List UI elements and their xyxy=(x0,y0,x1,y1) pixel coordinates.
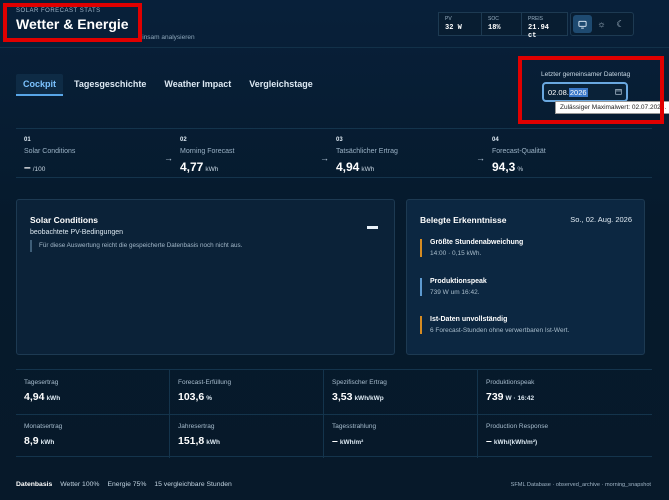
metric-value: 3,53 kWh/kWp xyxy=(332,391,384,403)
step-value: 94,3% xyxy=(492,160,524,174)
metric-label: Produktionspeak xyxy=(486,379,535,386)
metric-tagesstrahlung: Tagesstrahlung – kWh/m² xyxy=(324,414,478,458)
insufficient-data-note: Für diese Auswertung reicht die gespeich… xyxy=(30,240,242,252)
insight-item: Größte Stundenabweichung 14:00 · 0,15 kW… xyxy=(420,239,523,257)
tab-weather-impact[interactable]: Weather Impact xyxy=(157,74,238,96)
solar-conditions-panel: Solar Conditions beobachtete PV-Bedingun… xyxy=(16,199,395,355)
stat-soc-value: 18% xyxy=(488,24,501,32)
metric-produktionspeak: Produktionspeak 739 W · 16:42 xyxy=(478,370,632,414)
metric-value: 4,94 kWh xyxy=(24,391,61,403)
highlight-box-title xyxy=(3,3,142,42)
collapse-icon[interactable] xyxy=(367,226,378,229)
insight-detail: 14:00 · 0,15 kWh. xyxy=(430,250,482,257)
insights-panel: Belegte Erkenntnisse So., 02. Aug. 2026 … xyxy=(406,199,645,355)
metric-label: Jahresertrag xyxy=(178,423,215,430)
stat-pv-value: 32 W xyxy=(445,24,462,32)
arrow-right-icon: → xyxy=(320,153,329,163)
insights-date: So., 02. Aug. 2026 xyxy=(570,215,632,224)
metric-production-response: Production Response – kWh/(kWh/m²) xyxy=(478,414,632,458)
step-name: Forecast-Qualität xyxy=(492,148,546,155)
metric-forecast-erfuellung: Forecast-Erfüllung 103,6% xyxy=(170,370,324,414)
data-basis-label: Datenbasis xyxy=(16,481,53,488)
insight-item: Produktionspeak 739 W um 16:42. xyxy=(420,278,487,296)
panel-title: Belegte Erkenntnisse xyxy=(420,215,507,225)
subtitle-visible-part: ...insam analysieren xyxy=(136,34,195,41)
metrics-grid: Tagesertrag 4,94 kWh Forecast-Erfüllung 1… xyxy=(16,369,652,458)
step-number: 04 xyxy=(492,137,499,143)
step-value: –/100 xyxy=(24,160,46,174)
highlight-box-date xyxy=(518,56,664,124)
metric-label: Production Response xyxy=(486,423,549,430)
stat-pv: PV 32 W xyxy=(438,12,482,36)
metric-value: 739 W · 16:42 xyxy=(486,391,535,403)
data-sources: SFML Database · observed_archive · morni… xyxy=(510,482,651,488)
step-solar-conditions: 01 Solar Conditions –/100 xyxy=(24,137,75,174)
stat-preis-label: PREIS xyxy=(528,16,544,22)
metric-label: Tagesertrag xyxy=(24,379,59,386)
stat-soc-label: SOC xyxy=(488,16,499,22)
metric-spezifischer-ertrag: Spezifischer Ertrag 3,53 kWh/kWp xyxy=(324,370,478,414)
metric-value: – kWh/m² xyxy=(332,435,364,447)
insight-item: Ist-Daten unvollständig 6 Forecast-Stund… xyxy=(420,316,569,334)
metric-label: Monatsertrag xyxy=(24,423,63,430)
step-actual-yield: 03 Tatsächlicher Ertrag 4,94 kWh xyxy=(336,137,398,174)
arrow-right-icon: → xyxy=(476,153,485,163)
panel-subtitle: beobachtete PV-Bedingungen xyxy=(30,229,124,236)
moon-icon[interactable]: ☾ xyxy=(611,15,630,33)
insight-detail: 6 Forecast-Stunden ohne verwertbaren Ist… xyxy=(430,327,570,334)
step-name: Solar Conditions xyxy=(24,148,76,155)
insight-detail: 739 W um 16:42. xyxy=(430,289,480,296)
step-forecast-quality: 04 Forecast-Qualität 94,3% xyxy=(492,137,546,174)
app: SOLAR FORECAST STATS Wetter & Energie ▁▁… xyxy=(0,0,669,500)
step-number: 03 xyxy=(336,137,343,143)
live-stats: PV 32 W SOC 18% PREIS 21.94 ct xyxy=(438,12,568,40)
step-name: Tatsächlicher Ertrag xyxy=(336,148,398,155)
stat-preis: PREIS 21.94 ct xyxy=(522,12,568,40)
metric-label: Forecast-Erfüllung xyxy=(178,379,232,386)
arrow-right-icon: → xyxy=(164,153,173,163)
data-basis-energie: Energie 75% xyxy=(107,481,147,488)
tab-tagesgeschichte[interactable]: Tagesgeschichte xyxy=(67,74,153,96)
metric-label: Tagesstrahlung xyxy=(332,423,377,430)
metric-value: 103,6% xyxy=(178,391,213,403)
tab-cockpit[interactable]: Cockpit xyxy=(16,74,64,96)
step-value: 4,77 kWh xyxy=(180,160,219,174)
step-value: 4,94 kWh xyxy=(336,160,375,174)
tab-bar: Cockpit Tagesgeschichte Weather Impact V… xyxy=(16,74,324,96)
metric-value: 8,9 kWh xyxy=(24,435,55,447)
insight-title: Größte Stundenabweichung xyxy=(430,239,524,246)
data-basis-stunden: 15 vergleichbare Stunden xyxy=(154,481,232,488)
stat-preis-value: 21.94 ct xyxy=(528,24,550,40)
sun-icon[interactable]: ☼ xyxy=(592,15,611,33)
data-basis: Datenbasis Wetter 100% Energie 75% 15 ve… xyxy=(16,481,232,488)
metric-label: Spezifischer Ertrag xyxy=(332,379,387,386)
metric-value: – kWh/(kWh/m²) xyxy=(486,435,538,447)
step-number: 02 xyxy=(180,137,187,143)
panel-title: Solar Conditions xyxy=(30,215,98,225)
insight-title: Produktionspeak xyxy=(430,278,487,285)
stat-pv-label: PV xyxy=(445,16,452,22)
metric-value: 151,8 kWh xyxy=(178,435,221,447)
insight-title: Ist-Daten unvollständig xyxy=(430,316,508,323)
tab-vergleichstage[interactable]: Vergleichstage xyxy=(242,74,320,96)
theme-toggle: ☼ ☾ xyxy=(570,12,634,36)
step-morning-forecast: 02 Morning Forecast 4,77 kWh xyxy=(180,137,234,174)
footer: Datenbasis Wetter 100% Energie 75% 15 ve… xyxy=(0,474,669,500)
data-basis-wetter: Wetter 100% xyxy=(60,481,100,488)
metric-monatsertrag: Monatsertrag 8,9 kWh xyxy=(16,414,170,458)
stat-soc: SOC 18% xyxy=(482,12,522,36)
monitor-icon[interactable] xyxy=(573,15,592,33)
metric-jahresertrag: Jahresertrag 151,8 kWh xyxy=(170,414,324,458)
pipeline-steps: 01 Solar Conditions –/100 → 02 Morning F… xyxy=(16,128,652,178)
step-name: Morning Forecast xyxy=(180,148,235,155)
metric-tagesertrag: Tagesertrag 4,94 kWh xyxy=(16,370,170,414)
step-number: 01 xyxy=(24,137,31,143)
